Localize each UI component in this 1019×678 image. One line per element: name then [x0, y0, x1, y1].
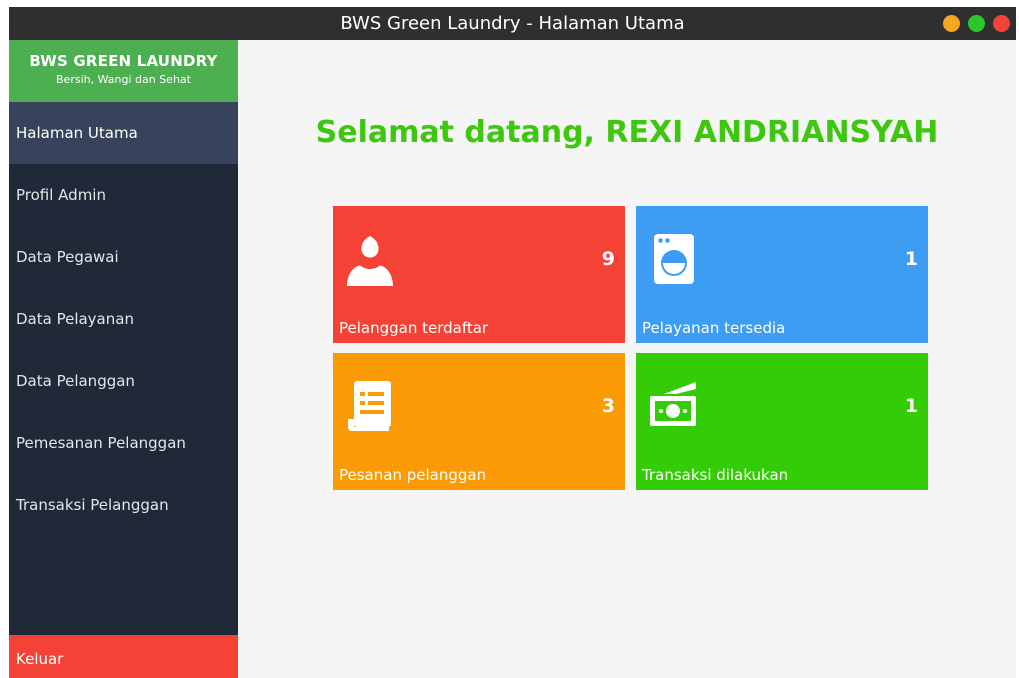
- tile-available-services[interactable]: 1 Pelayanan tersedia: [636, 206, 928, 343]
- tile-label: Pelayanan tersedia: [642, 319, 786, 337]
- sidebar: BWS GREEN LAUNDRY Bersih, Wangi dan Seha…: [9, 40, 238, 678]
- brand-name: BWS GREEN LAUNDRY: [29, 52, 218, 70]
- tile-label: Transaksi dilakukan: [642, 466, 789, 484]
- brand-tagline: Bersih, Wangi dan Sehat: [56, 73, 191, 86]
- sidebar-item-profil-admin[interactable]: Profil Admin: [9, 164, 238, 226]
- sidebar-item-data-pegawai[interactable]: Data Pegawai: [9, 226, 238, 288]
- sidebar-item-data-pelayanan[interactable]: Data Pelayanan: [9, 288, 238, 350]
- title-bar[interactable]: BWS Green Laundry - Halaman Utama: [9, 7, 1016, 40]
- app-window: BWS Green Laundry - Halaman Utama BWS GR…: [9, 7, 1016, 678]
- tile-registered-customers[interactable]: 9 Pelanggan terdaftar: [333, 206, 625, 343]
- tile-count: 9: [601, 248, 615, 270]
- tile-customer-orders[interactable]: 3 Pesanan pelanggan: [333, 353, 625, 490]
- sidebar-item-pemesanan-pelanggan[interactable]: Pemesanan Pelanggan: [9, 412, 238, 474]
- tile-count: 3: [601, 395, 615, 417]
- tile-transactions-made[interactable]: 1 Transaksi dilakukan: [636, 353, 928, 490]
- cash-icon: [650, 382, 696, 426]
- washing-machine-icon: [654, 234, 694, 284]
- sidebar-item-halaman-utama[interactable]: Halaman Utama: [9, 102, 238, 164]
- tile-label: Pelanggan terdaftar: [339, 319, 489, 337]
- sidebar-item-data-pelanggan[interactable]: Data Pelanggan: [9, 350, 238, 412]
- welcome-heading: Selamat datang, REXI ANDRIANSYAH: [315, 115, 939, 150]
- minimize-button[interactable]: [943, 15, 960, 32]
- tile-count: 1: [904, 395, 918, 417]
- maximize-button[interactable]: [968, 15, 985, 32]
- tile-count: 1: [904, 248, 918, 270]
- logout-button[interactable]: Keluar: [9, 635, 238, 678]
- receipt-icon: [348, 381, 391, 431]
- window-title: BWS Green Laundry - Halaman Utama: [340, 13, 685, 34]
- sidebar-item-transaksi-pelanggan[interactable]: Transaksi Pelanggan: [9, 474, 238, 536]
- brand-header: BWS GREEN LAUNDRY Bersih, Wangi dan Seha…: [9, 40, 238, 102]
- close-button[interactable]: [993, 15, 1010, 32]
- user-icon: [347, 236, 393, 286]
- tile-label: Pesanan pelanggan: [339, 466, 487, 484]
